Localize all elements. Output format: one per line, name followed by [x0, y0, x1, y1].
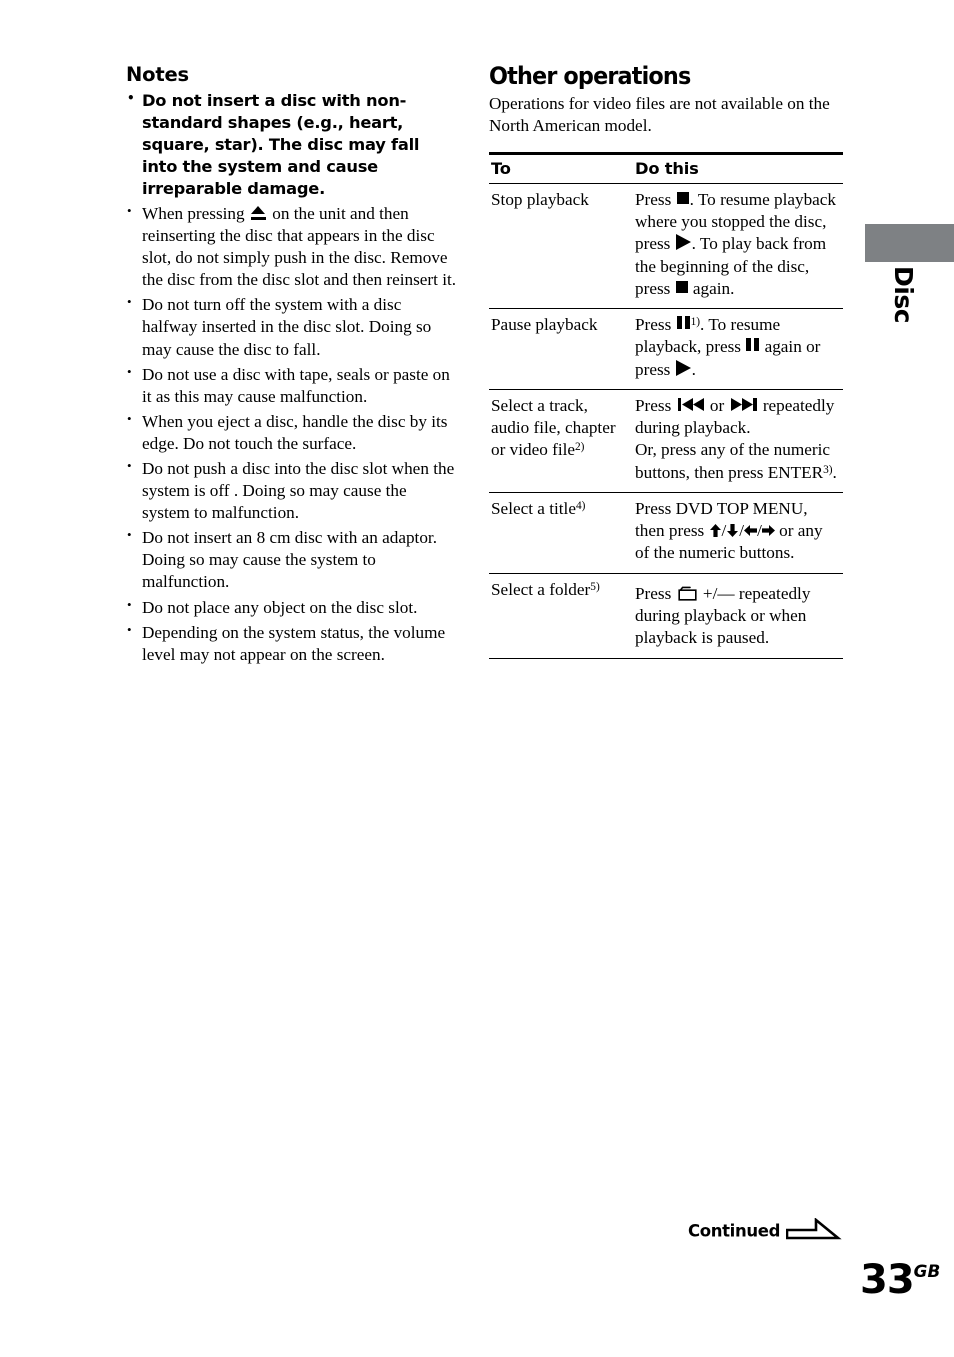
- table-row: Select a title4) Press DVD TOP MENU, then…: [489, 492, 843, 574]
- instruction-text: .: [691, 359, 696, 379]
- footnote-marker: 3): [823, 463, 833, 476]
- table-row: Select a track, audio file, chapter or v…: [489, 389, 843, 493]
- arrow-right-icon: [761, 521, 775, 537]
- other-operations-column: Other operations Operations for video fi…: [489, 62, 843, 659]
- footnote-marker: 5): [590, 580, 600, 593]
- manual-page: Notes Do not insert a disc with non-stan…: [0, 0, 954, 1357]
- stop-icon: [676, 191, 689, 204]
- stop-icon: [675, 280, 688, 293]
- instruction-text: or: [705, 395, 729, 415]
- note-item: Do not place any object on the disc slot…: [126, 596, 458, 619]
- cell-do-this: Press or repeatedly during playback. Or, …: [633, 389, 843, 493]
- instruction-text: Press: [635, 189, 676, 209]
- continued-label: Continued: [688, 1217, 842, 1247]
- cell-to: Select a folder5): [489, 573, 633, 659]
- note-item: Do not turn off the system with a disc h…: [126, 293, 458, 360]
- note-item: Depending on the system status, the volu…: [126, 621, 458, 666]
- operation-label: Select a title: [491, 498, 576, 518]
- eject-icon: [250, 205, 266, 220]
- cell-to: Select a track, audio file, chapter or v…: [489, 389, 633, 493]
- cell-do-this: Press +/— repeatedly during playback or …: [633, 573, 843, 659]
- instruction-text: Press: [635, 583, 676, 603]
- cell-do-this: Press DVD TOP MENU, then press / / / or an…: [633, 492, 843, 574]
- page-region-suffix: GB: [913, 1261, 941, 1282]
- operations-table: To Do this Stop playback Press . To resum…: [489, 151, 843, 659]
- footnote-marker: 2): [575, 441, 585, 454]
- note-text: Do not push a disc into the disc slot wh…: [142, 459, 455, 523]
- cell-do-this: Press . To resume playback where you sto…: [633, 183, 843, 310]
- column-header-to: To: [489, 151, 633, 184]
- note-item: When you eject a disc, handle the disc b…: [126, 410, 458, 455]
- instruction-text: Or, press any of the numeric buttons, th…: [635, 440, 830, 482]
- note-text: Depending on the system status, the volu…: [142, 622, 446, 664]
- table-row: Select a folder5) Press +/— repeatedly du…: [489, 573, 843, 659]
- operation-label: Select a track, audio file, chapter or v…: [491, 395, 616, 460]
- continued-text: Continued: [688, 1221, 781, 1241]
- cell-to: Select a title4): [489, 492, 633, 574]
- other-operations-intro: Operations for video files are not avail…: [489, 94, 830, 136]
- note-text: Do not turn off the system with a disc h…: [142, 295, 432, 359]
- instruction-text: .: [832, 462, 837, 482]
- other-operations-heading: Other operations: [489, 62, 691, 90]
- next-icon: [730, 397, 757, 411]
- note-item: Do not insert a disc with non-standard s…: [126, 90, 458, 200]
- instruction-text: Press: [635, 395, 676, 415]
- folder-icon: [677, 585, 697, 601]
- instruction-text: Press: [635, 315, 676, 335]
- cell-to: Stop playback: [489, 183, 633, 310]
- continued-arrow-icon: [785, 1217, 842, 1248]
- play-icon: [675, 234, 691, 251]
- arrow-left-icon: [744, 521, 758, 537]
- note-text: Do not place any object on the disc slot…: [142, 597, 418, 617]
- footnote-marker: 1): [690, 316, 701, 329]
- operation-label: Stop playback: [491, 189, 589, 209]
- arrow-up-icon: [709, 521, 722, 538]
- previous-icon: [677, 397, 704, 411]
- note-text: Do not use a disc with tape, seals or pa…: [142, 364, 450, 406]
- note-item: When pressing on the unit and then reins…: [126, 202, 458, 291]
- cell-do-this: Press 1). To resume playback, press agai…: [633, 308, 843, 390]
- instruction-text: again.: [688, 278, 735, 298]
- page-number-value: 33: [860, 1257, 915, 1303]
- column-header-do-this: Do this: [633, 151, 843, 184]
- note-text: When pressing: [142, 203, 249, 223]
- cell-to: Pause playback: [489, 308, 633, 390]
- page-number: 33GB: [860, 1257, 940, 1303]
- section-tab-label: Disc: [889, 266, 918, 324]
- note-text: Do not insert a disc with non-standard s…: [142, 91, 420, 199]
- table-row: Pause playback Press 1). To resume playba…: [489, 308, 843, 390]
- note-item: Do not insert an 8 cm disc with an adapt…: [126, 526, 458, 593]
- pause-icon: [676, 316, 690, 330]
- note-item: Do not push a disc into the disc slot wh…: [126, 457, 458, 524]
- note-item: Do not use a disc with tape, seals or pa…: [126, 363, 458, 408]
- notes-list: Do not insert a disc with non-standard s…: [126, 90, 458, 665]
- arrow-down-icon: [726, 521, 739, 538]
- note-text: When you eject a disc, handle the disc b…: [142, 411, 448, 453]
- section-tab-block: [865, 224, 954, 262]
- play-icon: [675, 359, 691, 376]
- footnote-marker: 4): [575, 500, 586, 513]
- table-row: Stop playback Press . To resume playback …: [489, 183, 843, 310]
- pause-icon: [746, 338, 760, 352]
- operation-label: Select a folder: [491, 579, 591, 599]
- operation-label: Pause playback: [491, 315, 598, 335]
- notes-column: Notes Do not insert a disc with non-stan…: [126, 64, 458, 669]
- note-text: Do not insert an 8 cm disc with an adapt…: [142, 528, 437, 592]
- notes-heading: Notes: [126, 63, 189, 86]
- table-header-row: To Do this: [489, 151, 843, 184]
